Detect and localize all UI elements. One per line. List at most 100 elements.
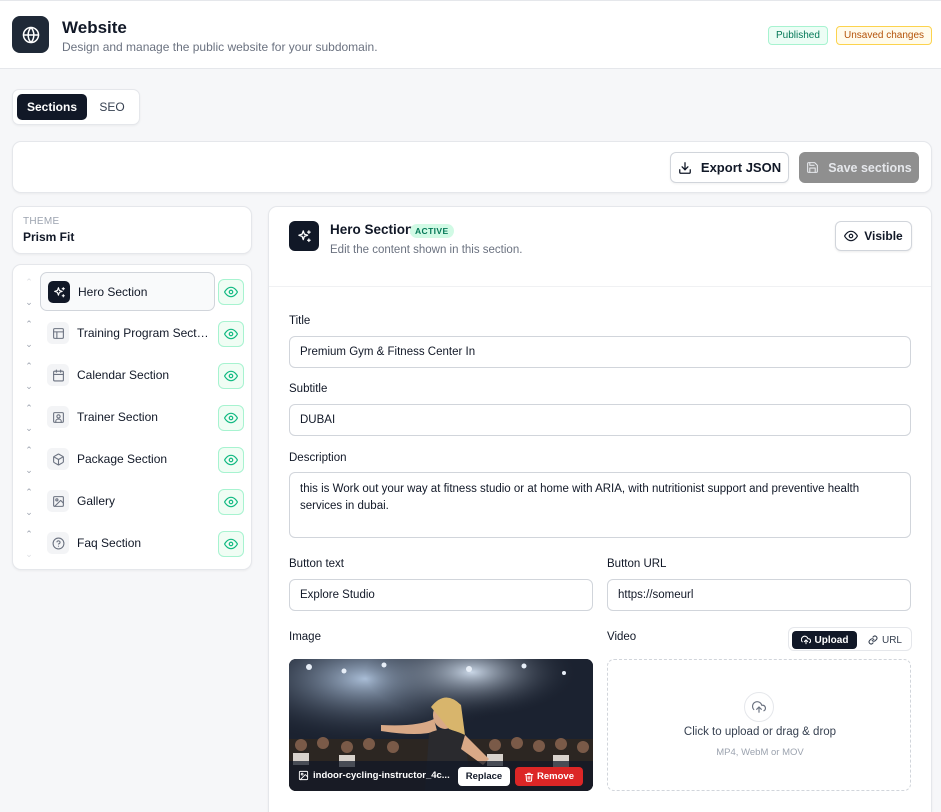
toggle-visibility-button[interactable] <box>218 405 244 431</box>
url-mode-button[interactable]: URL <box>861 631 909 649</box>
section-item-faq[interactable]: Faq Section <box>40 524 215 563</box>
video-dropzone[interactable]: Click to upload or drag & drop MP4, WebM… <box>607 659 911 791</box>
title-label: Title <box>289 315 311 327</box>
move-up-icon[interactable]: ⌃ <box>25 360 33 372</box>
eye-icon <box>224 495 238 509</box>
section-item-training[interactable]: Training Program Secti... <box>40 314 215 353</box>
upload-format-hint: MP4, WebM or MOV <box>716 747 804 758</box>
replace-image-button[interactable]: Replace <box>458 767 510 786</box>
active-badge: ACTIVE <box>410 224 454 238</box>
tab-bar: Sections SEO <box>12 89 140 125</box>
toggle-visibility-button[interactable] <box>218 489 244 515</box>
help-circle-icon <box>47 532 69 554</box>
upload-mode-button[interactable]: Upload <box>792 631 857 649</box>
section-row-faq: ⌃ ⌄ Faq Section <box>13 524 253 564</box>
sections-list: ⌃ ⌄ Hero Section ⌃ ⌄ Training Program Se… <box>12 264 252 570</box>
eye-icon <box>844 229 859 243</box>
toggle-visibility-button[interactable] <box>218 279 244 305</box>
button-url-label: Button URL <box>607 558 667 570</box>
eye-icon <box>224 411 238 425</box>
description-label: Description <box>289 452 347 464</box>
divider <box>269 286 931 287</box>
toggle-visibility-button[interactable] <box>218 363 244 389</box>
video-label: Video <box>607 631 637 643</box>
description-textarea[interactable]: this is Work out your way at fitness stu… <box>289 472 911 538</box>
move-down-icon[interactable]: ⌄ <box>25 506 33 518</box>
upload-mode-label: Upload <box>814 634 849 646</box>
save-sections-label: Save sections <box>828 160 912 175</box>
globe-icon <box>12 16 49 53</box>
move-up-icon[interactable]: ⌃ <box>25 276 33 288</box>
upload-instructions: Click to upload or drag & drop <box>683 726 837 738</box>
theme-name: Prism Fit <box>23 230 75 244</box>
image-preview: indoor-cycling-instructor_4c... Replace … <box>289 659 593 791</box>
toggle-visibility-button[interactable] <box>218 531 244 557</box>
button-text-input[interactable] <box>289 579 593 611</box>
user-square-icon <box>47 406 69 428</box>
move-up-icon[interactable]: ⌃ <box>25 318 33 330</box>
export-json-button[interactable]: Export JSON <box>670 152 789 183</box>
section-row-hero: ⌃ ⌄ Hero Section <box>13 272 253 312</box>
move-down-icon[interactable]: ⌄ <box>25 338 33 350</box>
eye-icon <box>224 369 238 383</box>
remove-image-button[interactable]: Remove <box>515 767 583 786</box>
move-up-icon[interactable]: ⌃ <box>25 486 33 498</box>
move-up-icon[interactable]: ⌃ <box>25 528 33 540</box>
move-down-icon[interactable]: ⌄ <box>25 380 33 392</box>
move-up-icon[interactable]: ⌃ <box>25 402 33 414</box>
section-label: Faq Section <box>77 536 142 550</box>
save-icon <box>806 161 819 174</box>
move-down-icon[interactable]: ⌄ <box>25 422 33 434</box>
visible-toggle-button[interactable]: Visible <box>835 221 912 251</box>
visible-label: Visible <box>864 229 903 243</box>
title-input[interactable] <box>289 336 911 368</box>
package-icon <box>47 448 69 470</box>
reorder-controls: ⌃ ⌄ <box>23 318 35 350</box>
button-text-label: Button text <box>289 558 344 570</box>
link-icon <box>868 635 878 645</box>
reorder-controls: ⌃ ⌄ <box>23 528 35 560</box>
toggle-visibility-button[interactable] <box>218 447 244 473</box>
sparkles-icon <box>48 281 70 303</box>
section-label: Trainer Section <box>77 410 158 424</box>
published-badge: Published <box>768 26 828 45</box>
move-down-icon[interactable]: ⌄ <box>25 296 33 308</box>
tab-seo[interactable]: SEO <box>89 94 135 120</box>
section-row-gallery: ⌃ ⌄ Gallery <box>13 482 253 522</box>
actions-toolbar: Export JSON Save sections <box>12 141 932 193</box>
sparkles-icon <box>289 221 319 251</box>
layout-icon <box>47 322 69 344</box>
section-item-calendar[interactable]: Calendar Section <box>40 356 215 395</box>
save-sections-button[interactable]: Save sections <box>799 152 919 183</box>
section-row-calendar: ⌃ ⌄ Calendar Section <box>13 356 253 396</box>
move-down-icon[interactable]: ⌄ <box>25 548 33 560</box>
page-header: Website Design and manage the public web… <box>0 0 941 69</box>
subtitle-label: Subtitle <box>289 383 328 395</box>
section-label: Calendar Section <box>77 368 170 382</box>
section-label: Gallery <box>77 494 116 508</box>
subtitle-input[interactable] <box>289 404 911 436</box>
section-label: Package Section <box>77 452 168 466</box>
eye-icon <box>224 453 238 467</box>
section-label: Hero Section <box>78 285 148 299</box>
editor-subtitle: Edit the content shown in this section. <box>330 244 523 256</box>
section-row-package: ⌃ ⌄ Package Section <box>13 440 253 480</box>
url-mode-label: URL <box>881 634 902 646</box>
page-title: Website <box>62 18 127 37</box>
section-item-hero[interactable]: Hero Section <box>40 272 215 311</box>
reorder-controls: ⌃ ⌄ <box>23 486 35 518</box>
export-json-label: Export JSON <box>700 160 782 175</box>
download-icon <box>678 161 692 175</box>
move-up-icon[interactable]: ⌃ <box>25 444 33 456</box>
section-label: Training Program Secti... <box>77 326 209 340</box>
toggle-visibility-button[interactable] <box>218 321 244 347</box>
move-down-icon[interactable]: ⌄ <box>25 464 33 476</box>
reorder-controls: ⌃ ⌄ <box>23 276 35 308</box>
section-item-gallery[interactable]: Gallery <box>40 482 215 521</box>
video-source-toggle: Upload URL <box>788 627 912 651</box>
tab-sections[interactable]: Sections <box>17 94 87 120</box>
section-item-trainer[interactable]: Trainer Section <box>40 398 215 437</box>
section-item-package[interactable]: Package Section <box>40 440 215 479</box>
button-url-input[interactable] <box>607 579 911 611</box>
editor-title: Hero Section <box>330 222 414 237</box>
